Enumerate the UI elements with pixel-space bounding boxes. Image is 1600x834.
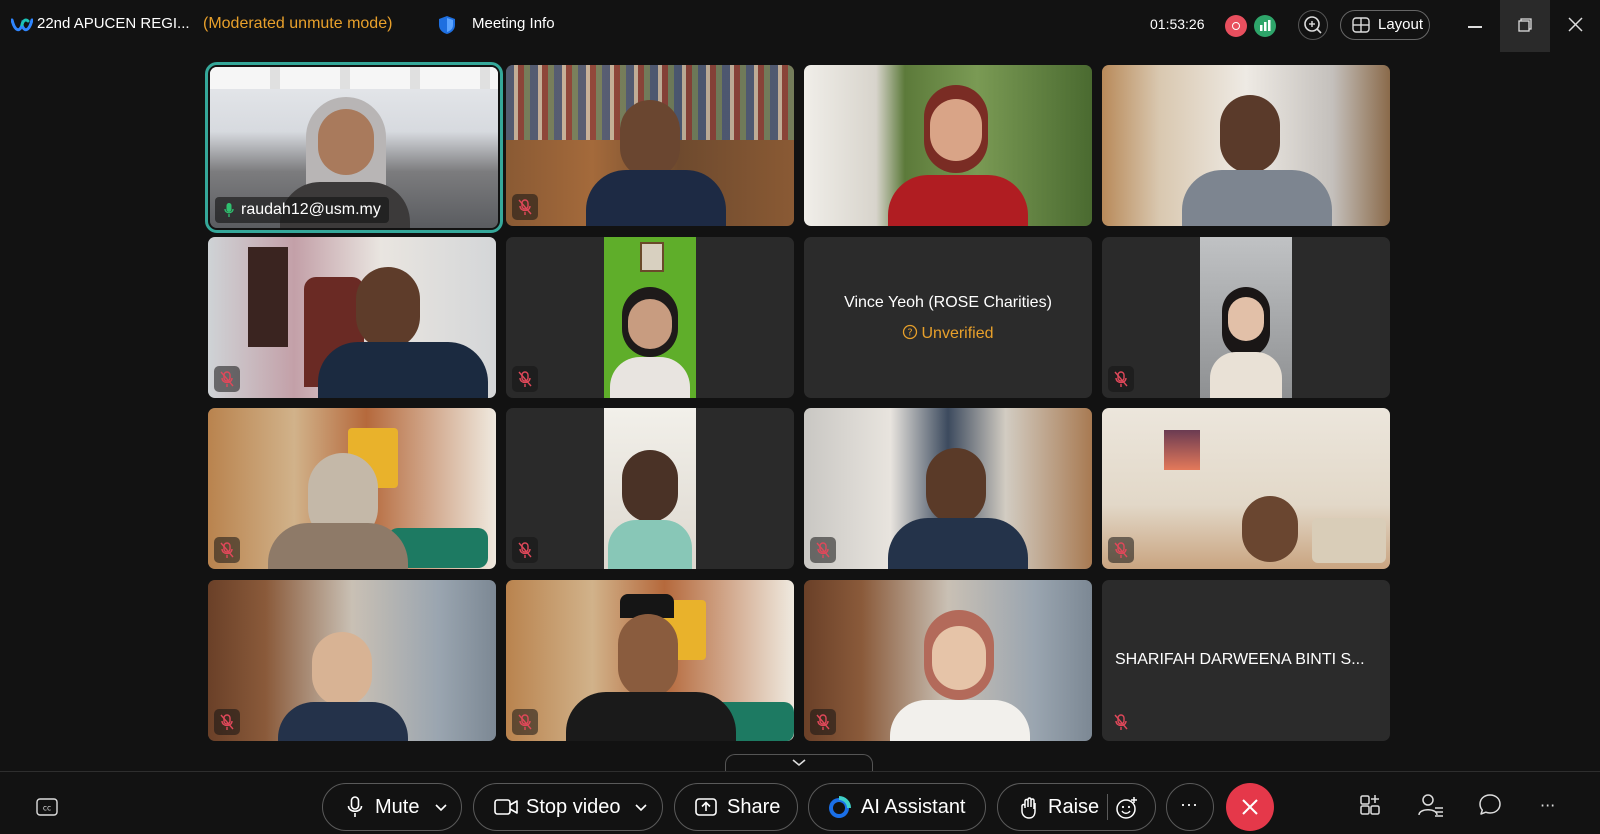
microphone-muted-icon — [220, 371, 234, 387]
muted-status — [214, 709, 240, 735]
microphone-muted-icon — [816, 542, 830, 558]
raise-label: Raise — [1048, 796, 1100, 818]
video-tile-8[interactable] — [1102, 237, 1390, 398]
video-tile-4[interactable] — [1102, 65, 1390, 226]
collapse-controls-handle[interactable] — [725, 754, 873, 772]
more-options-label: ··· — [1180, 794, 1198, 814]
microphone-muted-icon — [518, 714, 532, 730]
moderated-mode-label: (Moderated unmute mode) — [203, 15, 393, 32]
ai-assistant-button[interactable]: AI Assistant — [808, 783, 986, 831]
video-tile-1[interactable]: raudah12@usm.my — [205, 62, 503, 233]
ai-assistant-label: AI Assistant — [861, 796, 966, 818]
muted-status — [810, 537, 836, 563]
muted-status — [512, 537, 538, 563]
microphone-muted-icon — [1114, 542, 1128, 558]
muted-status — [512, 194, 538, 220]
restore-icon — [1518, 18, 1532, 32]
closed-captions-icon[interactable]: cc — [36, 798, 58, 816]
svg-text:?: ? — [908, 328, 913, 339]
share-label: Share — [727, 796, 781, 818]
stop-video-label: Stop video — [526, 796, 621, 818]
close-window-icon[interactable] — [1568, 17, 1583, 32]
microphone-muted-icon — [1114, 371, 1128, 387]
layout-button[interactable]: Layout — [1340, 10, 1430, 40]
muted-status — [214, 366, 240, 392]
video-tile-13[interactable] — [208, 580, 496, 741]
webex-logo-icon — [11, 18, 33, 32]
share-button[interactable]: Share — [674, 783, 798, 831]
muted-status — [1108, 709, 1134, 735]
participant-name: raudah12@usm.my — [241, 201, 381, 218]
video-tile-3[interactable] — [804, 65, 1092, 226]
video-tile-16-no-video[interactable]: SHARIFAH DARWEENA BINTI S... — [1102, 580, 1390, 741]
question-mark-icon: ? — [903, 324, 918, 340]
muted-status — [810, 709, 836, 735]
video-tile-14[interactable] — [506, 580, 794, 741]
restore-button[interactable] — [1500, 0, 1550, 52]
layout-grid-icon — [1352, 17, 1370, 33]
unverified-label: Unverified — [921, 325, 994, 342]
ai-assistant-icon — [829, 796, 851, 818]
more-menu-button[interactable]: ··· — [1540, 796, 1555, 815]
video-tile-2[interactable] — [506, 65, 794, 226]
participant-name-tag: raudah12@usm.my — [215, 197, 389, 223]
microphone-muted-icon — [220, 714, 234, 730]
zoom-in-button[interactable] — [1298, 10, 1328, 40]
video-tile-10[interactable] — [506, 408, 794, 569]
divider — [1107, 794, 1108, 820]
participant-name: Vince Yeoh (ROSE Charities) — [844, 294, 1052, 311]
video-tile-12[interactable] — [1102, 408, 1390, 569]
minimize-button[interactable] — [1468, 26, 1482, 28]
video-tile-9[interactable] — [208, 408, 496, 569]
unverified-status: ? Unverified — [804, 324, 1092, 343]
more-options-button[interactable]: ··· — [1166, 783, 1214, 831]
shield-icon[interactable] — [438, 15, 456, 35]
video-tile-15[interactable] — [804, 580, 1092, 741]
muted-status — [1108, 366, 1134, 392]
participant-name: SHARIFAH DARWEENA BINTI S... — [1115, 651, 1365, 668]
meeting-info-link[interactable]: Meeting Info — [472, 14, 555, 34]
stop-video-button[interactable]: Stop video — [473, 783, 663, 831]
microphone-on-icon — [224, 203, 234, 217]
video-tile-6[interactable] — [506, 237, 794, 398]
title-bar: 22nd APUCEN REGI... (Moderated unmute mo… — [0, 0, 1600, 52]
apps-icon[interactable] — [1359, 793, 1383, 817]
participants-icon[interactable] — [1418, 793, 1444, 817]
chevron-down-icon — [792, 759, 806, 767]
close-icon — [1242, 799, 1258, 815]
network-stats-icon[interactable] — [1254, 15, 1276, 37]
microphone-icon — [347, 796, 363, 817]
muted-status — [512, 366, 538, 392]
microphone-muted-icon — [518, 542, 532, 558]
video-tile-11[interactable] — [804, 408, 1092, 569]
meeting-title: 22nd APUCEN REGI... — [37, 15, 190, 32]
video-tile-5[interactable] — [208, 237, 496, 398]
recording-icon[interactable] — [1225, 15, 1247, 37]
chevron-down-icon[interactable] — [435, 804, 447, 812]
zoom-icon — [1304, 16, 1322, 34]
microphone-muted-icon — [1114, 714, 1128, 730]
layout-label: Layout — [1378, 16, 1424, 33]
muted-status — [214, 537, 240, 563]
raise-hand-group[interactable]: Raise — [997, 783, 1156, 831]
end-call-button[interactable] — [1226, 783, 1274, 831]
svg-text:cc: cc — [43, 804, 51, 813]
microphone-muted-icon — [518, 371, 532, 387]
chevron-down-icon[interactable] — [635, 804, 647, 812]
video-camera-icon — [494, 799, 518, 815]
muted-status — [1108, 537, 1134, 563]
microphone-muted-icon — [220, 542, 234, 558]
raise-hand-icon — [1021, 797, 1036, 819]
video-tile-7-no-video[interactable]: Vince Yeoh (ROSE Charities) ? Unverified — [804, 237, 1092, 398]
chat-icon[interactable] — [1478, 793, 1502, 817]
muted-status — [512, 709, 538, 735]
mute-button[interactable]: Mute — [322, 783, 462, 831]
meeting-timer: 01:53:26 — [1150, 16, 1205, 32]
microphone-muted-icon — [816, 714, 830, 730]
reactions-icon[interactable] — [1115, 796, 1139, 820]
microphone-muted-icon — [518, 199, 532, 215]
mute-label: Mute — [375, 796, 420, 818]
share-screen-icon — [695, 798, 717, 816]
divider — [0, 771, 1600, 772]
